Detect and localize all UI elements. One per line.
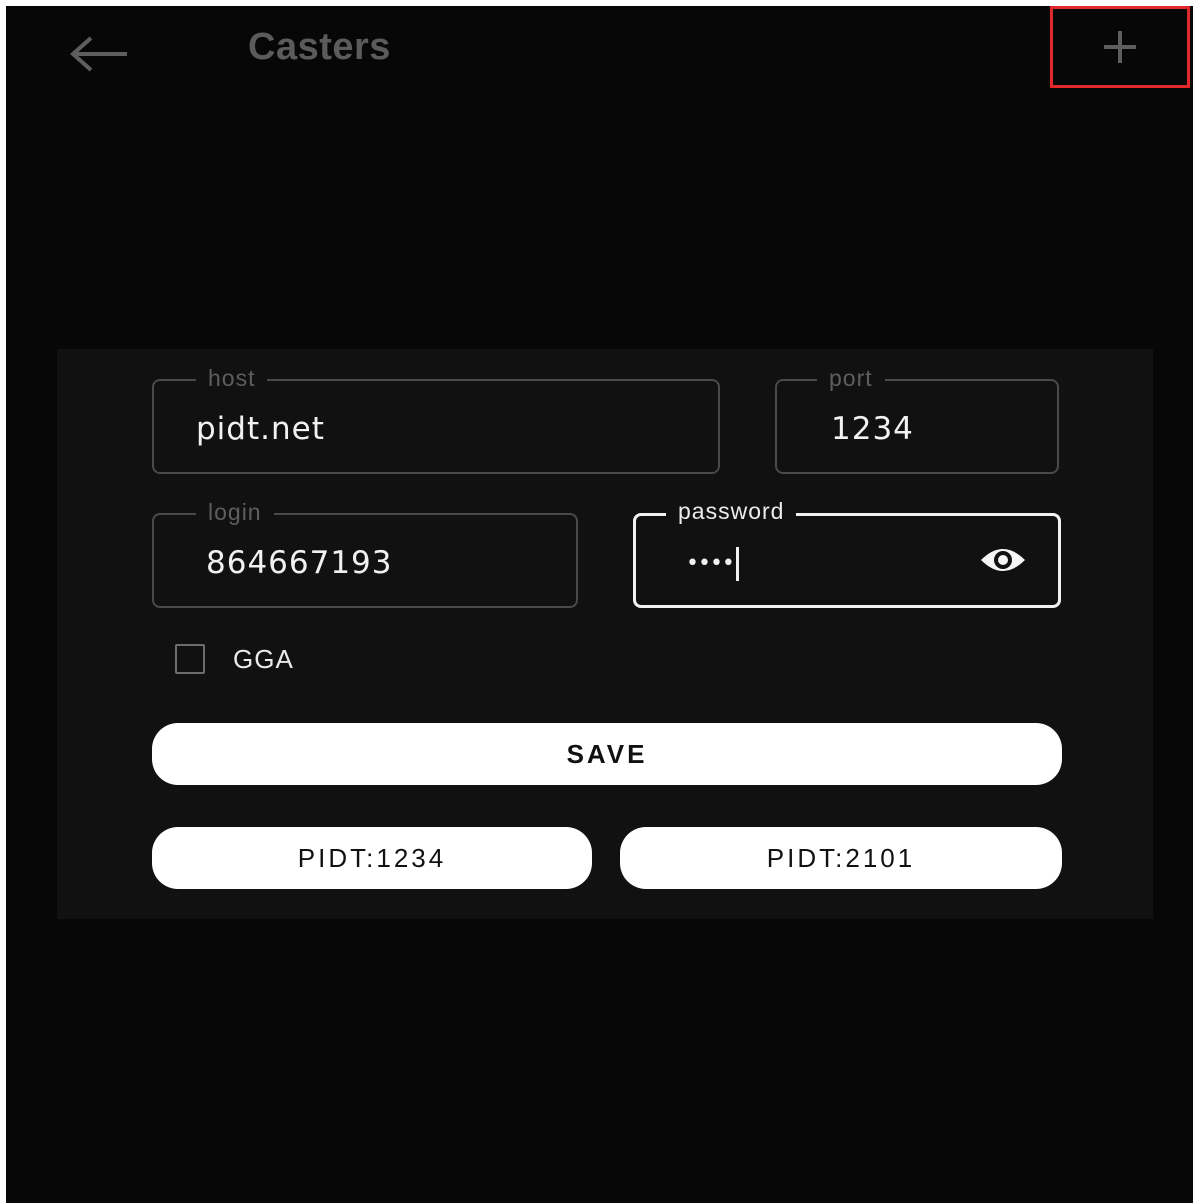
preset-button-2[interactable]: PIDT:2101 — [620, 827, 1062, 889]
host-label: host — [196, 364, 268, 392]
text-cursor — [735, 546, 739, 581]
host-value: pidt.net — [196, 411, 325, 447]
page-title: Casters — [248, 26, 391, 68]
gga-option: GGA — [175, 639, 294, 679]
password-label: password — [666, 497, 797, 525]
caster-form-card: host pidt.net port 1234 login 864667193 … — [57, 349, 1153, 919]
caster-screen: Casters host pidt.net port 1234 login 86… — [6, 6, 1193, 1203]
password-value: •••• — [686, 544, 739, 582]
login-field[interactable]: login 864667193 — [152, 498, 578, 608]
preset-button-1[interactable]: PIDT:1234 — [152, 827, 592, 889]
eye-icon — [981, 549, 1025, 571]
port-field[interactable]: port 1234 — [775, 364, 1059, 474]
add-caster-button[interactable] — [1050, 6, 1190, 88]
gga-checkbox[interactable] — [175, 644, 205, 674]
app-bar: Casters — [6, 6, 1193, 98]
login-value: 864667193 — [206, 545, 393, 581]
plus-icon — [1104, 31, 1136, 63]
save-button[interactable]: SAVE — [152, 723, 1062, 785]
password-field[interactable]: password •••• — [633, 497, 1061, 608]
gga-label: GGA — [233, 643, 294, 674]
back-button[interactable] — [64, 24, 134, 84]
port-label: port — [817, 364, 885, 392]
host-field[interactable]: host pidt.net — [152, 364, 720, 474]
toggle-password-visibility-button[interactable] — [976, 540, 1030, 580]
login-label: login — [196, 498, 274, 526]
password-dots: •••• — [686, 550, 735, 576]
port-value: 1234 — [831, 411, 914, 447]
arrow-left-icon — [69, 36, 127, 72]
